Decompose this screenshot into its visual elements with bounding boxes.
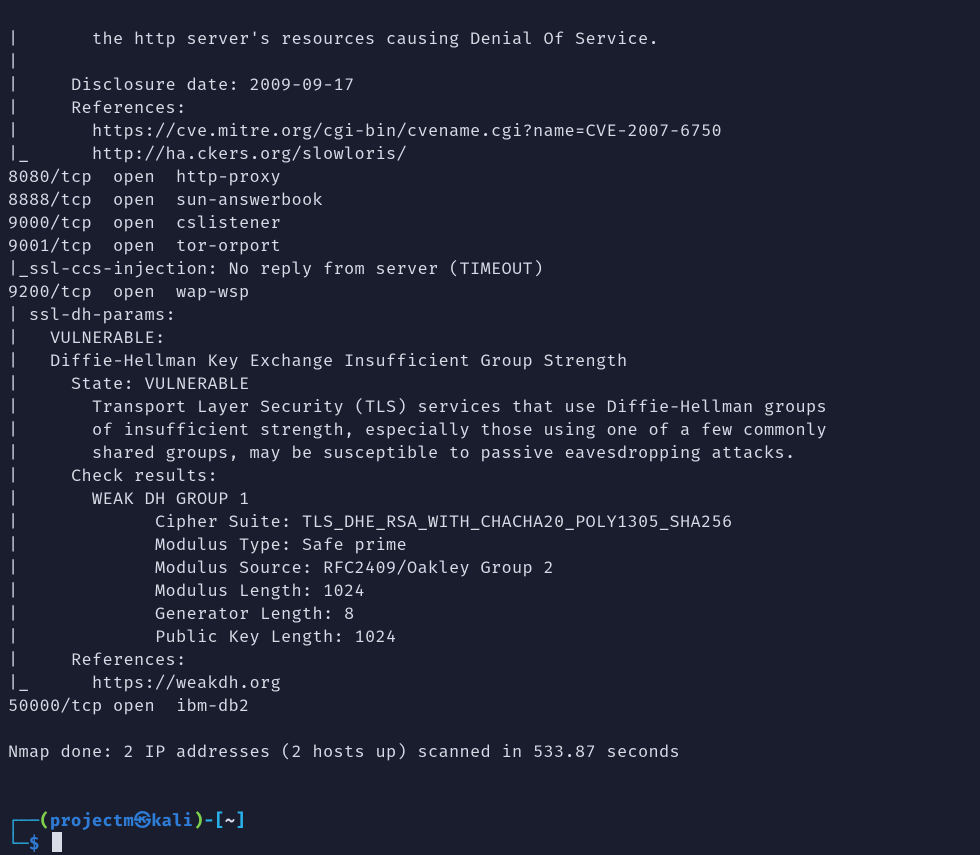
prompt-box-top: ┌── — [8, 810, 40, 831]
terminal-window[interactable]: | the http server's resources causing De… — [0, 0, 980, 816]
prompt-line-2[interactable]: └─$ — [8, 833, 62, 854]
terminal-output: | the http server's resources causing De… — [8, 27, 972, 786]
prompt-dollar: $ — [29, 833, 40, 854]
prompt-bracket-close: ] — [235, 810, 246, 831]
terminal-cursor — [52, 832, 62, 852]
prompt-user: projectm — [50, 810, 134, 831]
prompt-dash: - — [204, 810, 215, 831]
prompt-box-bottom: └─ — [8, 833, 29, 854]
prompt-line-1: ┌──(projectm㉿kali)-[~] — [8, 810, 246, 831]
prompt-host: kali — [151, 810, 193, 831]
prompt-paren-open: ( — [40, 810, 51, 831]
prompt-at: ㉿ — [134, 810, 151, 831]
prompt-paren-close: ) — [193, 810, 204, 831]
prompt-bracket-open: [ — [214, 810, 225, 831]
prompt-path: ~ — [225, 810, 236, 831]
